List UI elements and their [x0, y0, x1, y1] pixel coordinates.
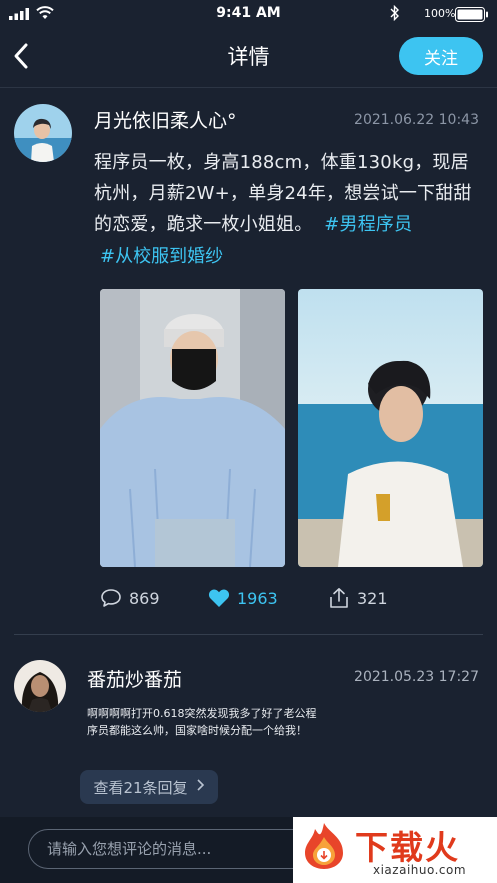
hashtag-link[interactable]: #从校服到婚纱: [100, 242, 223, 268]
view-replies-label: 查看21条回复: [93, 778, 188, 797]
follow-button[interactable]: 关注: [399, 37, 483, 75]
share-action[interactable]: 321: [328, 586, 388, 610]
watermark-brand: 下载火: [355, 828, 460, 867]
post-photo[interactable]: [100, 289, 285, 567]
post-photo[interactable]: [298, 289, 483, 567]
commenter-name[interactable]: 番茄炒番茄: [87, 665, 182, 692]
post-body: 程序员一枚，身高188cm，体重130kg，现居杭州，月薪2W+，单身24年，想…: [94, 152, 472, 235]
comment-text: 啊啊啊啊打开0.618突然发现我多了好了老公程序员都能这么帅，国家啥时候分配一个…: [87, 707, 317, 737]
heart-icon: [208, 589, 230, 607]
author-avatar[interactable]: [14, 104, 72, 162]
share-icon: [330, 588, 348, 608]
divider: [0, 87, 497, 88]
view-replies-button[interactable]: 查看21条回复: [80, 770, 218, 804]
commenter-avatar[interactable]: [14, 660, 66, 712]
like-count: 1963: [237, 588, 278, 608]
battery-icon: [455, 7, 488, 22]
like-action[interactable]: 1963: [208, 586, 278, 610]
watermark-url: xiazaihuo.com: [373, 863, 467, 877]
post-content: 程序员一枚，身高188cm，体重130kg，现居杭州，月薪2W+，单身24年，想…: [94, 147, 480, 240]
status-bar: 9:41 AM 100%: [0, 0, 497, 30]
nav-bar: 详情 关注: [0, 30, 497, 82]
battery-percent: 100%: [424, 7, 456, 20]
divider: [14, 634, 483, 635]
flame-logo-icon: [305, 823, 343, 869]
post-time: 2021.06.22 10:43: [354, 112, 479, 128]
comment-input[interactable]: [28, 829, 328, 869]
chevron-right-icon: [196, 778, 205, 796]
watermark: 下载火 xiazaihuo.com: [293, 817, 497, 883]
author-name[interactable]: 月光依旧柔人心°: [94, 106, 237, 133]
hashtag-link[interactable]: #男程序员: [324, 214, 412, 235]
bluetooth-icon: [390, 5, 399, 21]
comment-action[interactable]: 869: [100, 586, 160, 610]
comment-icon: [101, 589, 121, 607]
share-count: 321: [357, 588, 388, 608]
comment-time: 2021.05.23 17:27: [354, 669, 479, 685]
comment-count: 869: [129, 588, 160, 608]
status-time: 9:41 AM: [216, 5, 281, 21]
